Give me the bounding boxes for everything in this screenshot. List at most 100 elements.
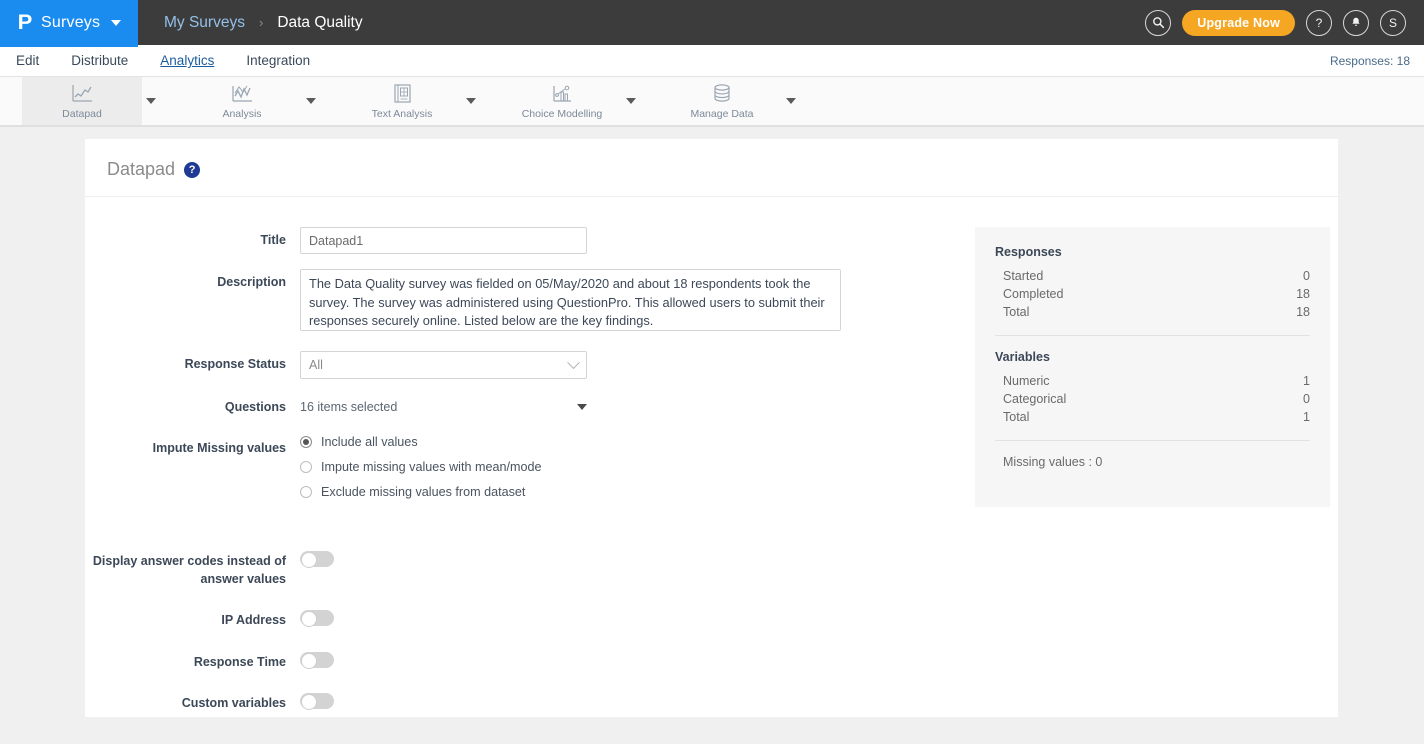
brand-label: Surveys	[41, 13, 101, 31]
toolbar-group-manage-data: Manage Data	[662, 77, 822, 125]
scatter-chart-icon	[549, 82, 575, 106]
questions-multiselect[interactable]: 16 items selected	[300, 394, 587, 420]
toggle-row-ip-address: IP Address	[85, 610, 955, 630]
line-chart-icon	[69, 82, 95, 106]
response-time-toggle[interactable]	[300, 651, 334, 669]
stats-row-numeric: Numeric 1	[995, 372, 1310, 390]
field-row-impute-missing-values: Impute Missing values Include all values…	[85, 435, 955, 510]
questionpro-logo-icon: P	[17, 11, 33, 34]
page-title: Datapad	[107, 159, 176, 179]
help-icon[interactable]: ?	[184, 161, 201, 178]
chevron-down-icon	[577, 404, 587, 410]
stats-row-completed: Completed 18	[995, 285, 1310, 303]
title-label: Title	[260, 233, 286, 247]
toolbar-label-manage-data: Manage Data	[690, 108, 754, 120]
radio-label: Include all values	[321, 435, 418, 449]
toolbar-group-analysis: Analysis	[182, 77, 342, 125]
stats-panel: Responses Started 0 Completed 18 Total 1…	[975, 227, 1330, 507]
chevron-down-icon	[567, 355, 580, 369]
database-icon	[709, 82, 735, 106]
custom-variables-toggle[interactable]	[300, 693, 334, 710]
analytics-toolbar: Datapad Analysis Text Analysis Choice Mo…	[0, 77, 1424, 127]
stats-label: Total	[1003, 305, 1030, 319]
nav-item-integration[interactable]: Integration	[244, 50, 312, 71]
divider	[995, 440, 1310, 441]
stats-row-total-variables: Total 1	[995, 408, 1310, 426]
analysis-chart-icon	[229, 82, 255, 106]
toolbar-label-datapad: Datapad	[62, 108, 102, 120]
toolbar-button-text-analysis[interactable]: Text Analysis	[342, 77, 462, 125]
toolbar-button-datapad[interactable]: Datapad	[22, 77, 142, 125]
notifications-bell-icon[interactable]	[1343, 9, 1369, 36]
toolbar-button-choice-modelling[interactable]: Choice Modelling	[502, 77, 622, 125]
stats-row-categorical: Categorical 0	[995, 390, 1310, 408]
breadcrumb-my-surveys[interactable]: My Surveys	[164, 14, 245, 32]
stats-value: 18	[1296, 305, 1310, 319]
variables-heading: Variables	[995, 350, 1050, 364]
radio-unselected-icon	[300, 486, 312, 498]
toolbar-label-text-analysis: Text Analysis	[371, 108, 433, 120]
toggle-row-display-answer-codes: Display answer codes instead of answer v…	[85, 551, 955, 588]
search-icon[interactable]	[1145, 9, 1172, 36]
stats-value: 0	[1303, 269, 1310, 283]
nav-item-distribute[interactable]: Distribute	[69, 50, 130, 71]
nav-item-edit[interactable]: Edit	[14, 50, 41, 71]
stats-label: Completed	[1003, 287, 1064, 301]
brand-surveys-menu[interactable]: P Surveys	[0, 0, 138, 45]
nav-accent-bar	[0, 44, 138, 47]
radio-unselected-icon	[300, 461, 312, 473]
display-answer-codes-toggle[interactable]	[300, 551, 334, 568]
top-header-bar: P Surveys My Surveys › Data Quality Upgr…	[0, 0, 1424, 45]
divider	[995, 335, 1310, 336]
toolbar-caret-analysis[interactable]	[306, 98, 316, 104]
toolbar-caret-choice-modelling[interactable]	[626, 98, 636, 104]
top-actions: Upgrade Now ? S	[1145, 0, 1424, 45]
stats-label: Started	[1003, 269, 1044, 283]
response-time-label: Response Time	[193, 654, 286, 669]
description-label: Description	[217, 275, 286, 289]
toggle-row-custom-variables: Custom variables	[85, 693, 955, 713]
response-status-label: Response Status	[184, 357, 286, 371]
datapad-card: Datapad ? Title Description The Data Qua…	[85, 139, 1338, 717]
stats-label: Numeric	[1003, 374, 1050, 388]
radio-impute-with-mean-mode[interactable]: Impute missing values with mean/mode	[300, 460, 955, 474]
stats-value: 1	[1303, 410, 1310, 424]
help-icon[interactable]: ?	[1306, 9, 1332, 36]
ip-address-toggle[interactable]	[300, 610, 334, 627]
radio-label: Exclude missing values from dataset	[321, 485, 526, 499]
upgrade-now-button[interactable]: Upgrade Now	[1182, 9, 1295, 36]
toolbar-group-text-analysis: Text Analysis	[342, 77, 502, 125]
response-status-value: All	[309, 358, 323, 372]
page-body: Datapad ? Title Description The Data Qua…	[0, 127, 1424, 744]
chevron-down-icon	[111, 19, 122, 26]
toolbar-caret-datapad[interactable]	[146, 98, 156, 104]
toolbar-label-analysis: Analysis	[222, 108, 262, 120]
toolbar-caret-manage-data[interactable]	[786, 98, 796, 104]
datapad-form: Title Description The Data Quality surve…	[85, 227, 955, 735]
breadcrumb-data-quality: Data Quality	[277, 13, 363, 31]
radio-exclude-missing-values[interactable]: Exclude missing values from dataset	[300, 485, 955, 499]
title-input[interactable]	[300, 227, 587, 254]
radio-include-all-values[interactable]: Include all values	[300, 435, 955, 449]
radio-selected-icon	[300, 436, 312, 448]
stats-row-started: Started 0	[995, 267, 1310, 285]
display-answer-codes-label: Display answer codes instead of answer v…	[92, 554, 286, 586]
summary-sidebar: Responses Started 0 Completed 18 Total 1…	[955, 227, 1338, 735]
toolbar-button-manage-data[interactable]: Manage Data	[662, 77, 782, 125]
field-row-description: Description The Data Quality survey was …	[85, 269, 955, 336]
stats-value: 18	[1296, 287, 1310, 301]
field-row-response-status: Response Status All	[85, 351, 955, 379]
nav-item-analytics[interactable]: Analytics	[158, 50, 216, 71]
avatar[interactable]: S	[1380, 9, 1406, 36]
response-status-select[interactable]: All	[300, 351, 587, 379]
breadcrumb: My Surveys › Data Quality	[138, 0, 1145, 45]
description-textarea[interactable]: The Data Quality survey was fielded on 0…	[300, 269, 841, 331]
ip-address-label: IP Address	[221, 613, 286, 627]
questions-value: 16 items selected	[300, 400, 398, 414]
document-grid-icon	[389, 82, 415, 106]
stats-label: Total	[1003, 410, 1030, 424]
toolbar-button-analysis[interactable]: Analysis	[182, 77, 302, 125]
toolbar-caret-text-analysis[interactable]	[466, 98, 476, 104]
field-row-questions: Questions 16 items selected	[85, 394, 955, 420]
questions-label: Questions	[224, 400, 286, 414]
